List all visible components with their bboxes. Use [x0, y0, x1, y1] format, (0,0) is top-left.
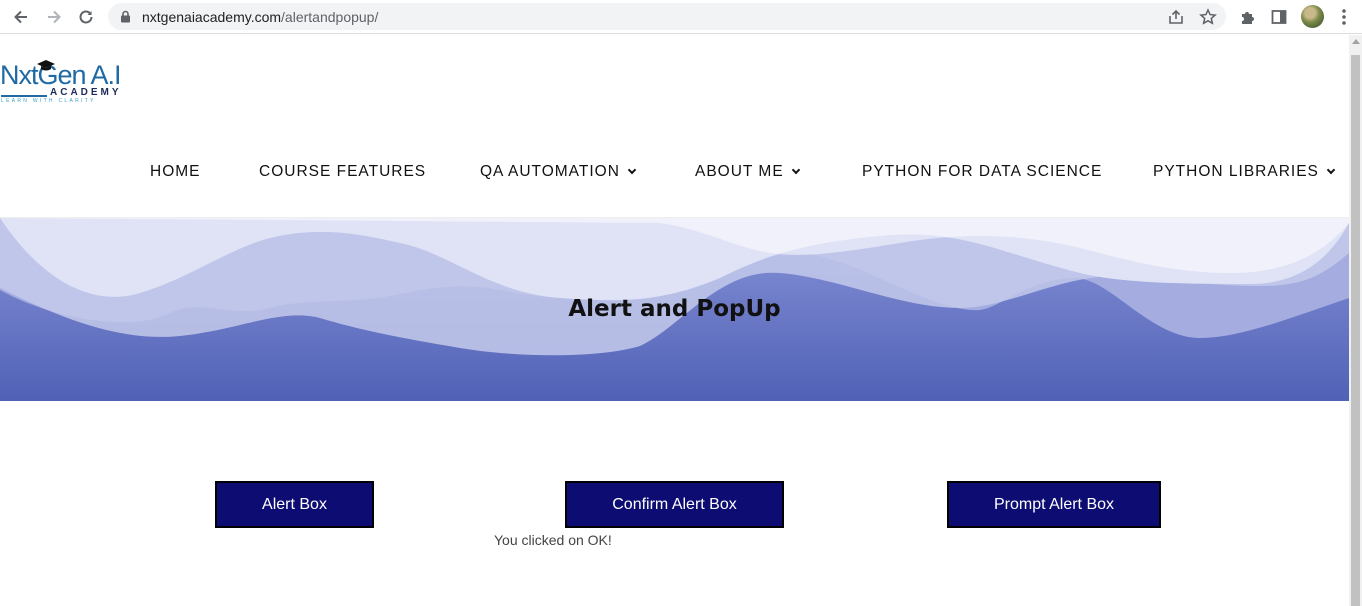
nav-item-label: COURSE FEATURES — [259, 163, 427, 180]
alert-result-text: You clicked on OK! — [494, 532, 612, 548]
nav-item-python-libraries[interactable]: PYTHON LIBRARIES — [1153, 163, 1336, 181]
confirm-alert-box-button[interactable]: Confirm Alert Box — [565, 481, 784, 528]
address-bar[interactable]: nxtgenaiacademy.com/alertandpopup/ — [108, 3, 1226, 30]
page-scrollbar[interactable] — [1349, 35, 1362, 606]
forward-icon[interactable] — [43, 6, 65, 28]
scroll-up-arrow-icon[interactable] — [1352, 39, 1360, 44]
chevron-down-icon — [627, 165, 637, 175]
site-logo[interactable]: NxtGen A.I ACADEMY LEARN WITH CLARITY — [0, 58, 122, 106]
nav-item-python-for-data-science[interactable]: PYTHON FOR DATA SCIENCE — [862, 163, 1102, 181]
nav-item-home[interactable]: HOME — [150, 163, 201, 181]
logo-underline — [1, 95, 47, 97]
logo-tagline: LEARN WITH CLARITY — [1, 98, 96, 104]
nav-item-course-features[interactable]: COURSE FEATURES — [259, 163, 426, 181]
star-icon[interactable] — [1199, 8, 1217, 26]
prompt-alert-box-button[interactable]: Prompt Alert Box — [947, 481, 1161, 528]
chevron-down-icon — [1326, 165, 1336, 175]
nav-item-qa-automation[interactable]: QA AUTOMATION — [480, 163, 637, 181]
nav-item-label: PYTHON LIBRARIES — [1153, 163, 1319, 180]
nav-item-label: PYTHON FOR DATA SCIENCE — [862, 163, 1103, 180]
lock-icon[interactable] — [120, 10, 131, 28]
nav-item-label: ABOUT ME — [695, 163, 784, 180]
site-header: NxtGen A.I ACADEMY LEARN WITH CLARITY HO… — [0, 35, 1349, 218]
page-title: Alert and PopUp — [568, 296, 781, 322]
hero-banner: Alert and PopUp — [0, 218, 1349, 401]
nav-item-label: HOME — [150, 163, 201, 180]
browser-toolbar: nxtgenaiacademy.com/alertandpopup/ — [0, 0, 1362, 34]
back-icon[interactable] — [10, 6, 32, 28]
logo-academy-text: ACADEMY — [50, 87, 122, 98]
url-path: /alertandpopup/ — [281, 9, 379, 25]
graduation-cap-icon — [36, 58, 56, 76]
scroll-thumb[interactable] — [1351, 55, 1360, 606]
nav-item-about-me[interactable]: ABOUT ME — [695, 163, 800, 181]
nav-item-label: QA AUTOMATION — [480, 163, 620, 180]
reload-icon[interactable] — [75, 6, 97, 28]
chevron-down-icon — [791, 165, 800, 175]
url-domain: nxtgenaiacademy.com — [142, 9, 282, 25]
extensions-icon[interactable] — [1237, 6, 1259, 28]
alert-box-button[interactable]: Alert Box — [215, 481, 374, 528]
url-text: nxtgenaiacademy.com/alertandpopup/ — [142, 9, 378, 25]
share-icon[interactable] — [1167, 8, 1185, 26]
side-panel-icon[interactable] — [1268, 6, 1290, 28]
menu-icon[interactable] — [1333, 6, 1355, 28]
profile-avatar[interactable] — [1301, 5, 1324, 28]
